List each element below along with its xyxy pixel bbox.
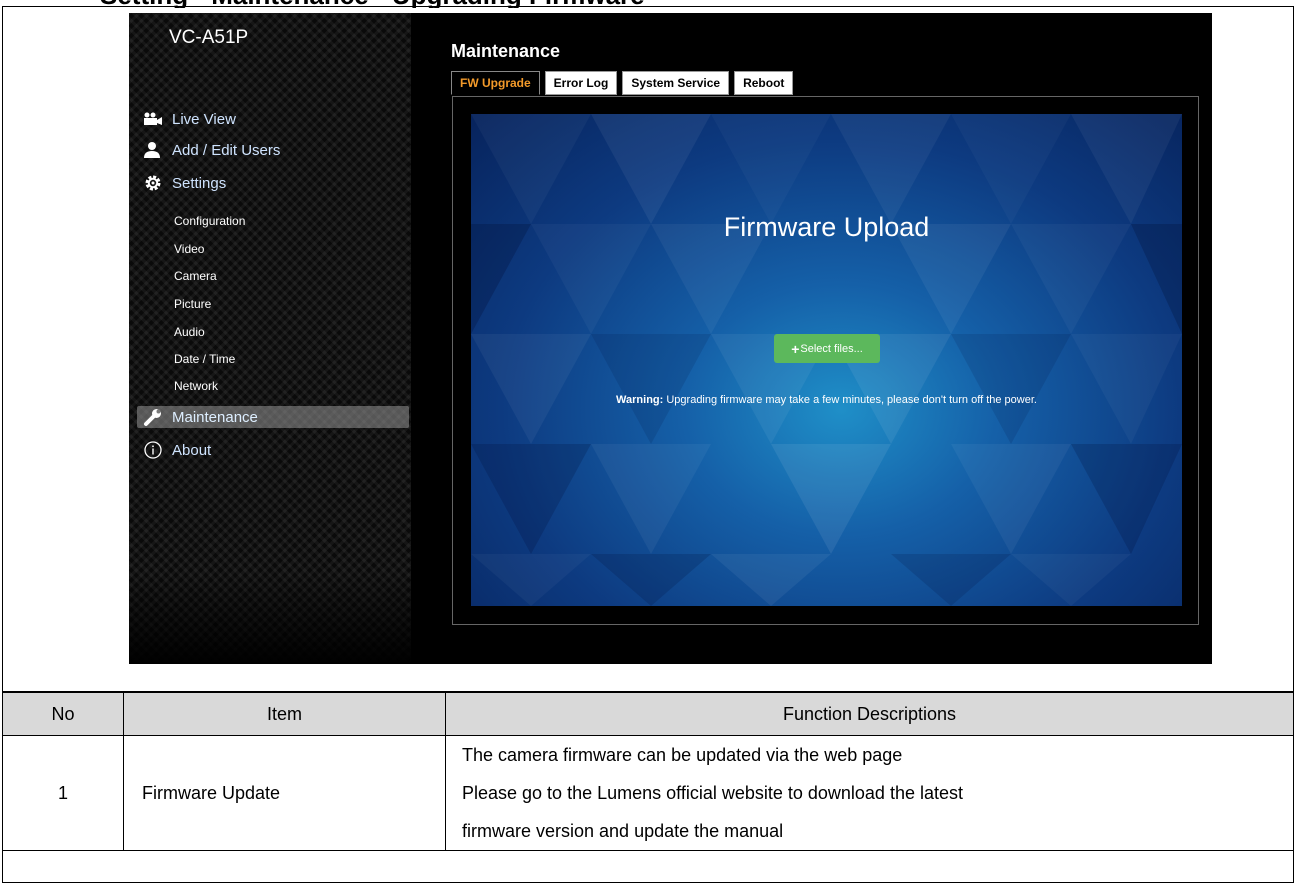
info-icon (143, 440, 167, 460)
header-item: Item (123, 692, 446, 736)
nav-add-edit-users-label: Add / Edit Users (172, 141, 281, 159)
camera-web-ui: VC-A51P Live View Add / Edit Users Setti… (129, 13, 1212, 664)
description-line: Please go to the Lumens official website… (462, 783, 963, 803)
warning-message: Warning: Upgrading firmware may take a f… (471, 394, 1182, 406)
nav-maintenance-label: Maintenance (172, 408, 258, 426)
warning-label: Warning: (616, 394, 664, 406)
description-line: firmware version and update the manual (462, 821, 784, 841)
plus-icon: + (791, 340, 800, 357)
function-table: No Item Function Descriptions 1 Firmware… (2, 692, 1294, 851)
nav-sub-network[interactable]: Network (174, 379, 218, 393)
user-icon (143, 140, 167, 160)
nav-settings-label: Settings (172, 174, 227, 192)
tab-fw-upgrade[interactable]: FW Upgrade (451, 71, 540, 95)
tab-reboot[interactable]: Reboot (734, 71, 794, 95)
row-item: Firmware Update (123, 735, 446, 851)
main-content: Maintenance FW Upgrade Error Log System … (411, 13, 1212, 664)
header-function-descriptions: Function Descriptions (445, 692, 1294, 736)
nav-settings[interactable]: Settings (143, 172, 226, 194)
wrench-icon (143, 407, 167, 427)
nav-maintenance[interactable]: Maintenance (137, 406, 409, 428)
gear-icon (143, 173, 167, 193)
nav-sub-picture[interactable]: Picture (174, 297, 211, 311)
nav-add-edit-users[interactable]: Add / Edit Users (143, 139, 280, 161)
tab-bar: FW Upgrade Error Log System Service Rebo… (451, 71, 794, 95)
warning-text: Upgrading firmware may take a few minute… (666, 394, 1037, 406)
tab-system-service[interactable]: System Service (622, 71, 730, 95)
table-row: 1 Firmware Update The camera firmware ca… (2, 735, 1294, 851)
header-no: No (2, 692, 124, 736)
nav-live-view-label: Live View (172, 110, 236, 128)
description-line: The camera firmware can be updated via t… (462, 745, 903, 765)
upload-title: Firmware Upload (723, 212, 930, 242)
nav-sub-date-time[interactable]: Date / Time (174, 352, 235, 366)
nav-sub-camera[interactable]: Camera (174, 269, 217, 283)
page-title: Maintenance (451, 41, 561, 61)
row-no: 1 (2, 735, 124, 851)
nav-live-view[interactable]: Live View (143, 108, 236, 130)
nav-sub-configuration[interactable]: Configuration (174, 214, 245, 228)
nav-sub-audio[interactable]: Audio (174, 325, 205, 339)
tab-error-log[interactable]: Error Log (544, 71, 618, 95)
firmware-upload-panel: Firmware Upload + Select files... Warnin… (471, 114, 1182, 606)
table-header-row: No Item Function Descriptions (2, 692, 1294, 736)
row-description: The camera firmware can be updated via t… (445, 735, 1294, 851)
nav-sub-video[interactable]: Video (174, 242, 204, 256)
sidebar: VC-A51P Live View Add / Edit Users Setti… (129, 13, 411, 664)
select-files-label: Select files... (800, 342, 863, 355)
video-camera-icon (143, 109, 167, 129)
model-name: VC-A51P (169, 27, 249, 48)
nav-about-label: About (172, 441, 212, 459)
select-files-button[interactable]: + Select files... (774, 334, 880, 363)
nav-about[interactable]: About (143, 439, 211, 461)
tab-panel: Firmware Upload + Select files... Warnin… (452, 96, 1199, 625)
